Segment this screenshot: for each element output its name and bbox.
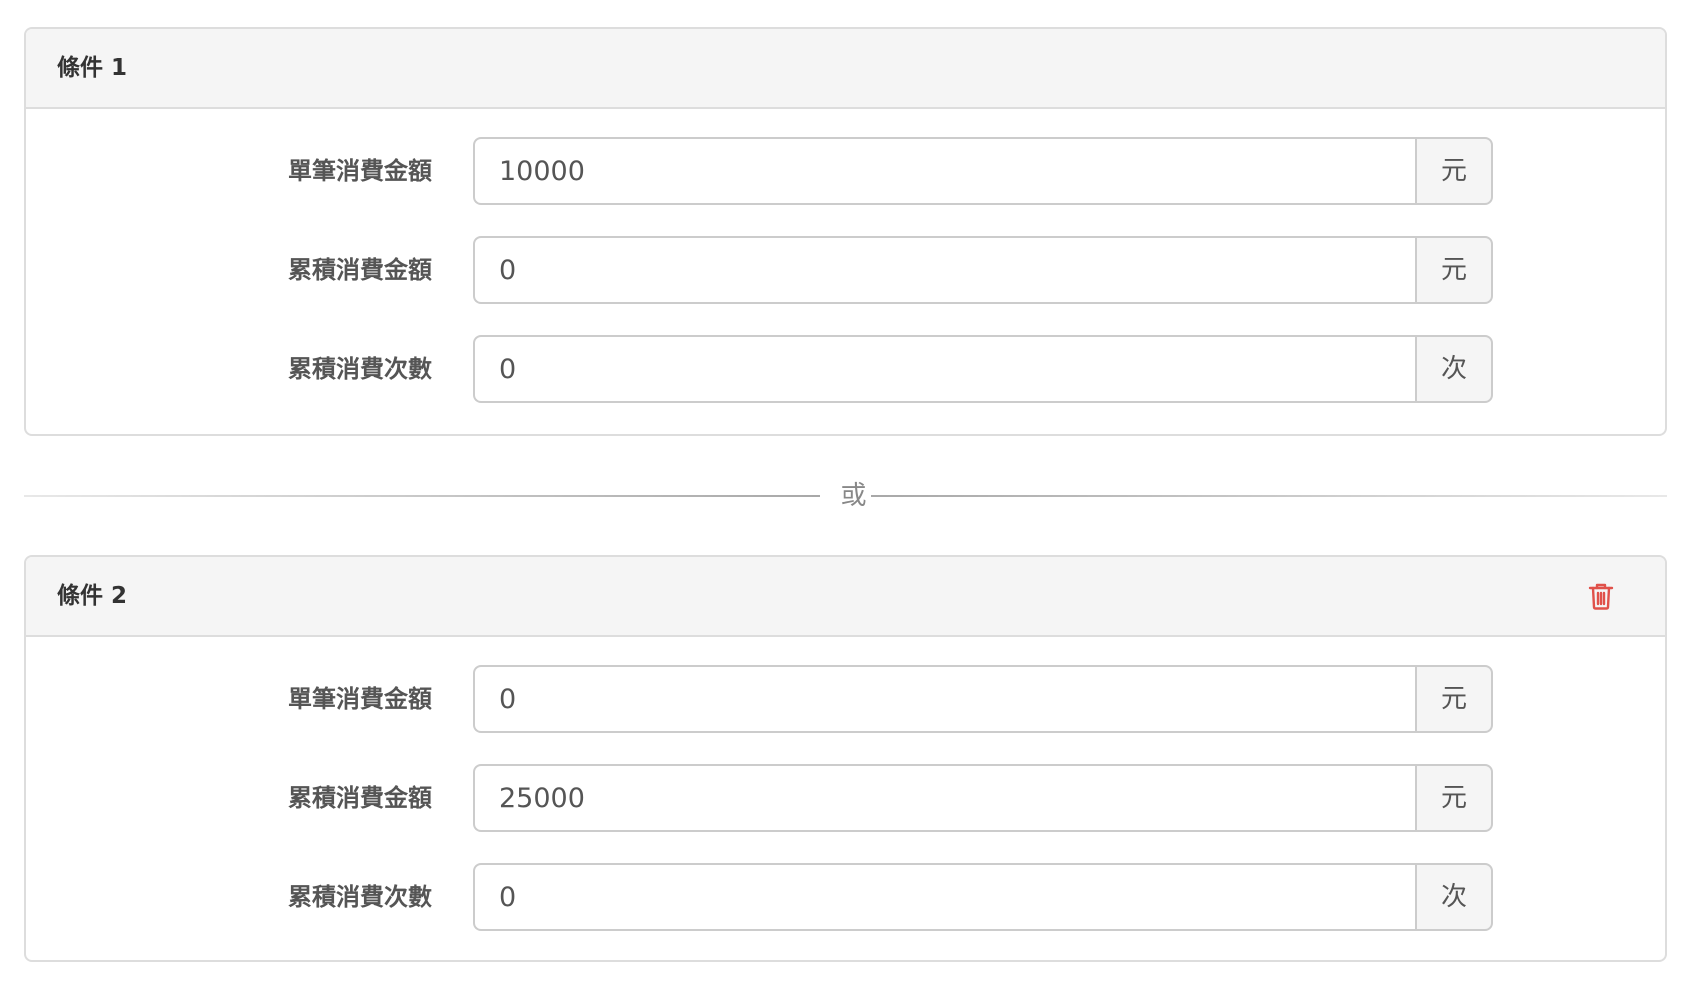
- or-divider: 或: [24, 476, 1667, 516]
- form-row-single-amount: 單筆消費金額 元: [26, 137, 1665, 205]
- trash-icon: [1588, 583, 1614, 610]
- panel-header: 條件 2: [26, 557, 1665, 637]
- condition-title: 條件 2: [57, 583, 128, 609]
- form-row-cumulative-count: 累積消費次數 次: [26, 863, 1665, 931]
- unit-addon: 次: [1415, 863, 1493, 931]
- cumulative-count-input[interactable]: [473, 863, 1415, 931]
- input-group: 次: [473, 863, 1493, 931]
- input-group: 次: [473, 335, 1493, 403]
- field-label: 單筆消費金額: [288, 685, 432, 713]
- unit-addon: 元: [1415, 137, 1493, 205]
- field-label: 單筆消費金額: [288, 157, 432, 185]
- input-group: 元: [473, 137, 1493, 205]
- condition-panel-1: 條件 1 單筆消費金額 元 累積消費金額 元 累積消費次數: [24, 27, 1667, 436]
- field-label: 累積消費次數: [288, 355, 432, 383]
- unit-addon: 元: [1415, 665, 1493, 733]
- single-amount-input[interactable]: [473, 137, 1415, 205]
- form-row-cumulative-count: 累積消費次數 次: [26, 335, 1665, 403]
- form-row-cumulative-amount: 累積消費金額 元: [26, 764, 1665, 832]
- delete-condition-button[interactable]: [1588, 582, 1614, 610]
- divider-text: 或: [832, 476, 875, 516]
- form-row-single-amount: 單筆消費金額 元: [26, 665, 1665, 733]
- field-label: 累積消費金額: [288, 784, 432, 812]
- input-group: 元: [473, 665, 1493, 733]
- cumulative-amount-input[interactable]: [473, 764, 1415, 832]
- condition-title: 條件 1: [57, 55, 128, 81]
- condition-panel-2: 條件 2 單筆消費金額 元 累積: [24, 555, 1667, 962]
- input-group: 元: [473, 236, 1493, 304]
- conditions-form: 條件 1 單筆消費金額 元 累積消費金額 元 累積消費次數: [0, 0, 1690, 996]
- unit-addon: 元: [1415, 236, 1493, 304]
- form-row-cumulative-amount: 累積消費金額 元: [26, 236, 1665, 304]
- cumulative-amount-input[interactable]: [473, 236, 1415, 304]
- divider-line: [24, 495, 820, 497]
- input-group: 元: [473, 764, 1493, 832]
- unit-addon: 元: [1415, 764, 1493, 832]
- field-label: 累積消費次數: [288, 883, 432, 911]
- single-amount-input[interactable]: [473, 665, 1415, 733]
- divider-line: [871, 495, 1667, 497]
- field-label: 累積消費金額: [288, 256, 432, 284]
- cumulative-count-input[interactable]: [473, 335, 1415, 403]
- unit-addon: 次: [1415, 335, 1493, 403]
- panel-header: 條件 1: [26, 29, 1665, 109]
